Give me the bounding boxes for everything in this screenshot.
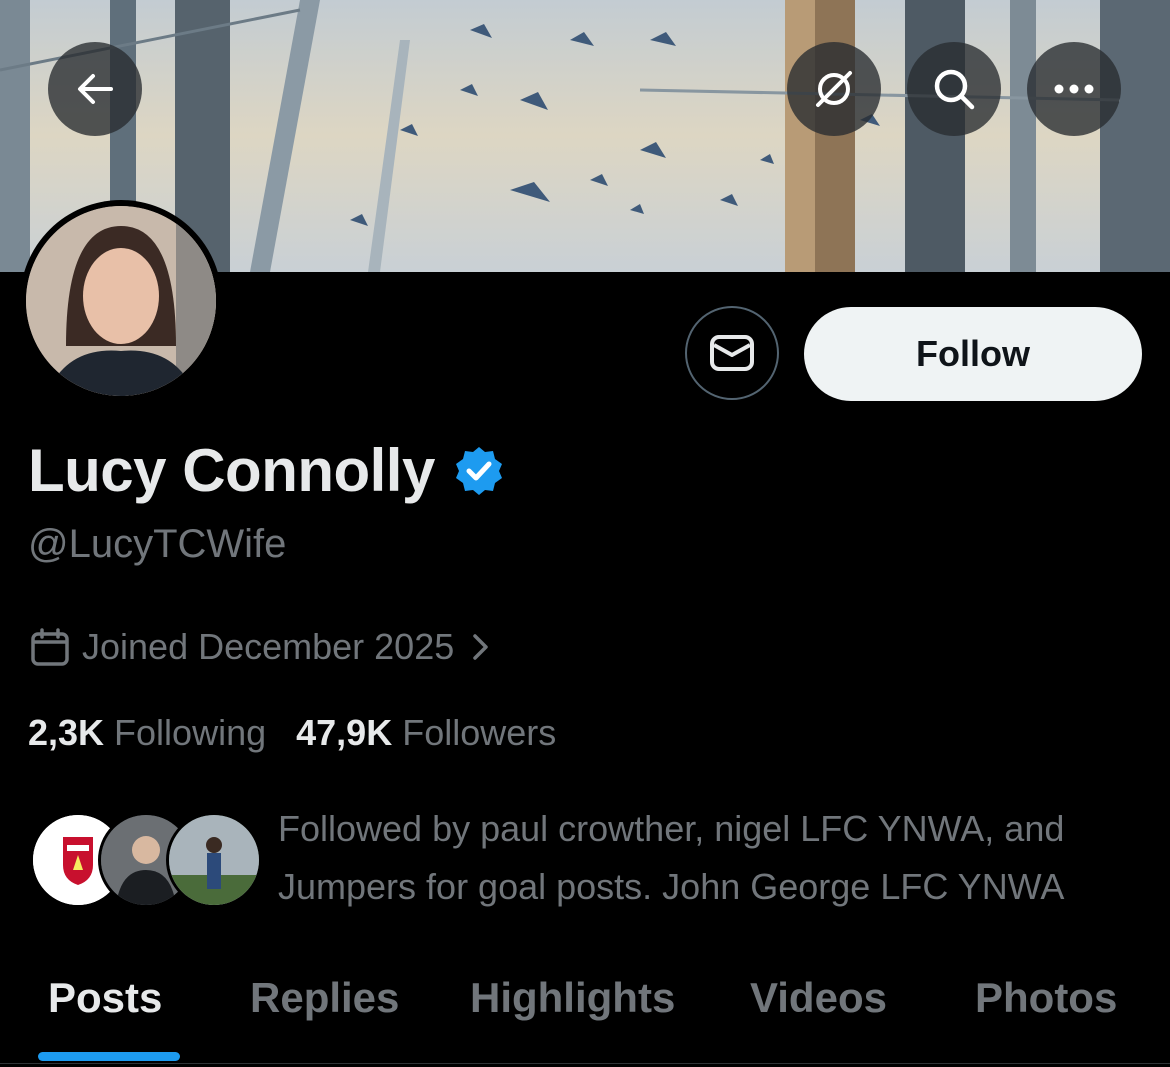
- follow-button[interactable]: Follow: [804, 307, 1142, 401]
- tab-videos[interactable]: Videos: [750, 974, 887, 1022]
- tab-photos[interactable]: Photos: [975, 974, 1117, 1022]
- profile-tabs: Posts Replies Highlights Videos Photos: [0, 960, 1170, 1064]
- profile-handle: @LucyTCWife: [28, 522, 287, 566]
- follower-photo: [169, 815, 259, 905]
- translate-off-icon: [816, 71, 852, 107]
- avatar-image: [26, 206, 216, 396]
- profile-name-row: Lucy Connolly: [28, 436, 505, 505]
- display-name: Lucy Connolly: [28, 437, 435, 504]
- followed-by-text: Followed by paul crowther, nigel LFC YNW…: [278, 808, 1065, 907]
- search-icon: [934, 69, 975, 110]
- tab-replies[interactable]: Replies: [250, 974, 399, 1022]
- avatar[interactable]: [20, 200, 222, 402]
- follow-stats: 2,3K Following 47,9K Followers: [28, 712, 556, 754]
- follower-avatar: [166, 812, 262, 908]
- envelope-icon: [710, 335, 754, 371]
- followed-by-avatars: [30, 812, 262, 908]
- active-tab-indicator: [38, 1052, 180, 1061]
- more-horizontal-icon: [1054, 84, 1094, 94]
- back-button[interactable]: [48, 42, 142, 136]
- arrow-left-icon: [78, 74, 113, 104]
- following-link[interactable]: 2,3K Following: [28, 712, 266, 754]
- calendar-icon: [31, 628, 69, 666]
- following-label: Following: [114, 712, 267, 753]
- followers-count: 47,9K: [296, 712, 393, 753]
- followers-link[interactable]: 47,9K Followers: [296, 712, 556, 754]
- joined-date-row[interactable]: Joined December 2025: [30, 626, 492, 668]
- following-count: 2,3K: [28, 712, 105, 753]
- tab-highlights[interactable]: Highlights: [470, 974, 675, 1022]
- verified-badge-icon: [455, 446, 502, 495]
- message-button[interactable]: [685, 306, 779, 400]
- joined-date: Joined December 2025: [82, 626, 455, 667]
- followed-by-row[interactable]: Followed by paul crowther, nigel LFC YNW…: [30, 800, 1150, 910]
- more-button[interactable]: [1027, 42, 1121, 136]
- tab-posts[interactable]: Posts: [48, 974, 162, 1022]
- chevron-right-icon: [473, 634, 488, 660]
- translate-button[interactable]: [787, 42, 881, 136]
- search-button[interactable]: [907, 42, 1001, 136]
- followers-label: Followers: [402, 712, 557, 753]
